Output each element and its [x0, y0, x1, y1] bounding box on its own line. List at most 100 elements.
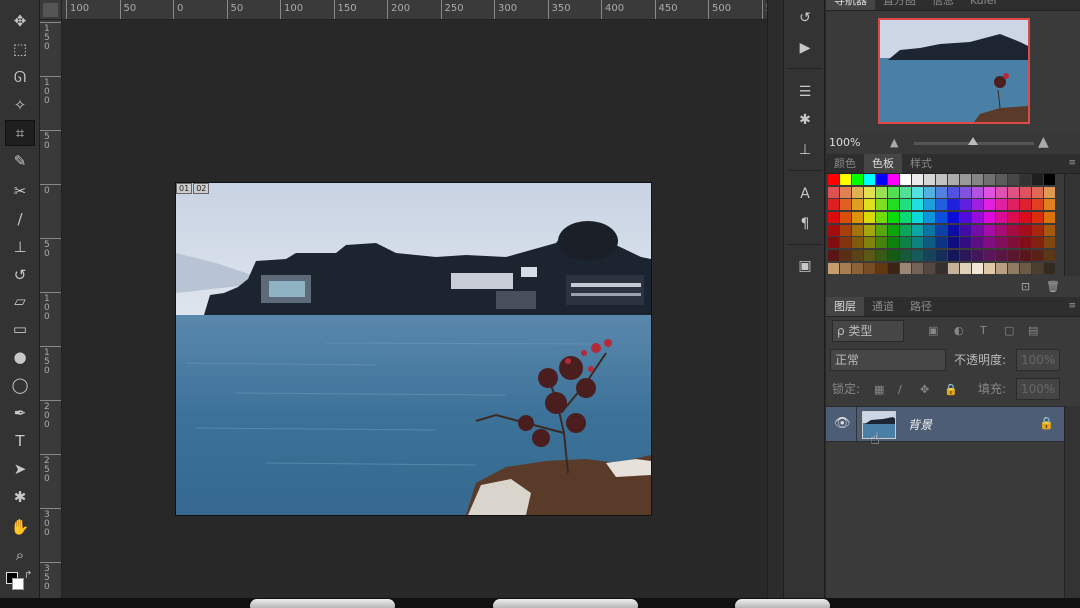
color-swatch[interactable]: [1008, 212, 1019, 224]
color-swatch[interactable]: [960, 262, 971, 274]
color-swatch[interactable]: [876, 224, 887, 236]
color-swatch[interactable]: [984, 237, 995, 249]
color-swatch[interactable]: [948, 237, 959, 249]
color-swatch[interactable]: [960, 174, 971, 185]
taskbar-button-1[interactable]: [250, 599, 395, 608]
lock-all-icon[interactable]: 🔒: [944, 383, 958, 396]
color-swatch[interactable]: [828, 250, 839, 262]
color-swatch[interactable]: [996, 250, 1007, 262]
color-swatch[interactable]: [972, 199, 983, 211]
color-swatch[interactable]: [972, 174, 983, 185]
color-swatch[interactable]: [1020, 212, 1031, 224]
hand-tool-icon[interactable]: ✋: [5, 514, 35, 540]
color-swatch[interactable]: [828, 199, 839, 211]
color-swatch[interactable]: [936, 262, 947, 274]
color-swatch[interactable]: [1008, 199, 1019, 211]
lock-transparent-icon[interactable]: ▦: [874, 383, 884, 396]
color-swatch[interactable]: [924, 224, 935, 236]
color-swatch[interactable]: [984, 224, 995, 236]
color-swatch[interactable]: [900, 262, 911, 274]
color-swatch[interactable]: [924, 250, 935, 262]
color-swatch[interactable]: [888, 250, 899, 262]
color-swatch[interactable]: [864, 250, 875, 262]
color-swatch[interactable]: [972, 212, 983, 224]
color-swatch[interactable]: [960, 199, 971, 211]
color-swatch[interactable]: [840, 250, 851, 262]
color-swatch[interactable]: [864, 212, 875, 224]
move-tool-icon[interactable]: ✥: [5, 8, 35, 34]
color-swatch[interactable]: [972, 237, 983, 249]
color-swatch[interactable]: [900, 174, 911, 185]
layers-panel-menu-icon[interactable]: ≡: [1068, 301, 1076, 311]
color-swatch[interactable]: [972, 224, 983, 236]
color-swatch[interactable]: [960, 224, 971, 236]
color-swatch[interactable]: [900, 212, 911, 224]
brush-tool-icon[interactable]: ∕: [5, 206, 35, 232]
color-swatch[interactable]: [840, 174, 851, 185]
color-swatch[interactable]: [1044, 212, 1055, 224]
color-swatch[interactable]: [936, 224, 947, 236]
marquee-tool-icon[interactable]: ⬚: [5, 36, 35, 62]
layer-filter-select[interactable]: ρ 类型: [832, 320, 904, 342]
adjustments-panel-icon[interactable]: ☰: [792, 80, 818, 104]
color-swatch[interactable]: [936, 212, 947, 224]
color-swatch[interactable]: [888, 186, 899, 198]
color-swatch[interactable]: [840, 237, 851, 249]
color-swatch[interactable]: [948, 174, 959, 185]
color-swatch[interactable]: [1008, 250, 1019, 262]
actions-panel-icon[interactable]: ▶: [792, 36, 818, 60]
history-panel-icon[interactable]: ↺: [792, 6, 818, 30]
tab-channels[interactable]: 通道: [864, 297, 902, 316]
color-swatch[interactable]: [924, 237, 935, 249]
eraser-tool-icon[interactable]: ▱: [5, 288, 35, 314]
color-swatch[interactable]: [828, 262, 839, 274]
path-selection-tool-icon[interactable]: ➤: [5, 456, 35, 482]
color-swatch[interactable]: [1008, 186, 1019, 198]
color-swatch[interactable]: [996, 186, 1007, 198]
opacity-field[interactable]: 100%: [1016, 349, 1060, 371]
color-swatch[interactable]: [840, 224, 851, 236]
history-brush-tool-icon[interactable]: ↺: [5, 262, 35, 288]
color-swatch[interactable]: [828, 212, 839, 224]
tab-kuler[interactable]: Kuler: [962, 0, 1006, 10]
color-swatch[interactable]: [852, 237, 863, 249]
color-swatch[interactable]: [912, 237, 923, 249]
color-swatch[interactable]: [888, 212, 899, 224]
color-swatch[interactable]: [912, 199, 923, 211]
color-swatch[interactable]: [912, 212, 923, 224]
lock-pixels-icon[interactable]: ∕: [898, 383, 902, 396]
color-swatch[interactable]: [984, 199, 995, 211]
color-swatch[interactable]: [936, 237, 947, 249]
zoom-in-icon[interactable]: ▲: [1038, 134, 1049, 150]
tab-color[interactable]: 颜色: [826, 154, 864, 173]
color-swatch[interactable]: [1020, 250, 1031, 262]
color-swatch[interactable]: [1008, 237, 1019, 249]
color-swatch[interactable]: [876, 262, 887, 274]
blur-tool-icon[interactable]: ●: [5, 344, 35, 370]
color-swatch[interactable]: [852, 186, 863, 198]
color-swatch[interactable]: [960, 237, 971, 249]
color-swatch[interactable]: [888, 199, 899, 211]
color-swatch[interactable]: [864, 174, 875, 185]
gradient-tool-icon[interactable]: ▭: [5, 316, 35, 342]
color-swatch[interactable]: [852, 250, 863, 262]
new-swatch-icon[interactable]: ⊡: [1021, 280, 1030, 293]
properties-panel-icon[interactable]: ▣: [792, 254, 818, 278]
color-swatch[interactable]: [912, 186, 923, 198]
fill-field[interactable]: 100%: [1016, 378, 1060, 400]
color-swatch[interactable]: [912, 262, 923, 274]
color-swatch[interactable]: [888, 262, 899, 274]
color-swatch[interactable]: [948, 224, 959, 236]
color-swatch[interactable]: [876, 237, 887, 249]
color-swatch[interactable]: [972, 250, 983, 262]
color-swatch[interactable]: [1008, 174, 1019, 185]
lasso-tool-icon[interactable]: ᘏ: [5, 64, 35, 90]
taskbar-button-2[interactable]: [493, 599, 638, 608]
color-swatch[interactable]: [996, 262, 1007, 274]
color-swatch[interactable]: [996, 174, 1007, 185]
shape-tool-icon[interactable]: ✱: [5, 484, 35, 510]
background-color-swatch[interactable]: [12, 578, 24, 590]
color-swatch[interactable]: [852, 212, 863, 224]
color-swatch[interactable]: [852, 224, 863, 236]
filter-pixel-icon[interactable]: ▣: [928, 324, 938, 337]
